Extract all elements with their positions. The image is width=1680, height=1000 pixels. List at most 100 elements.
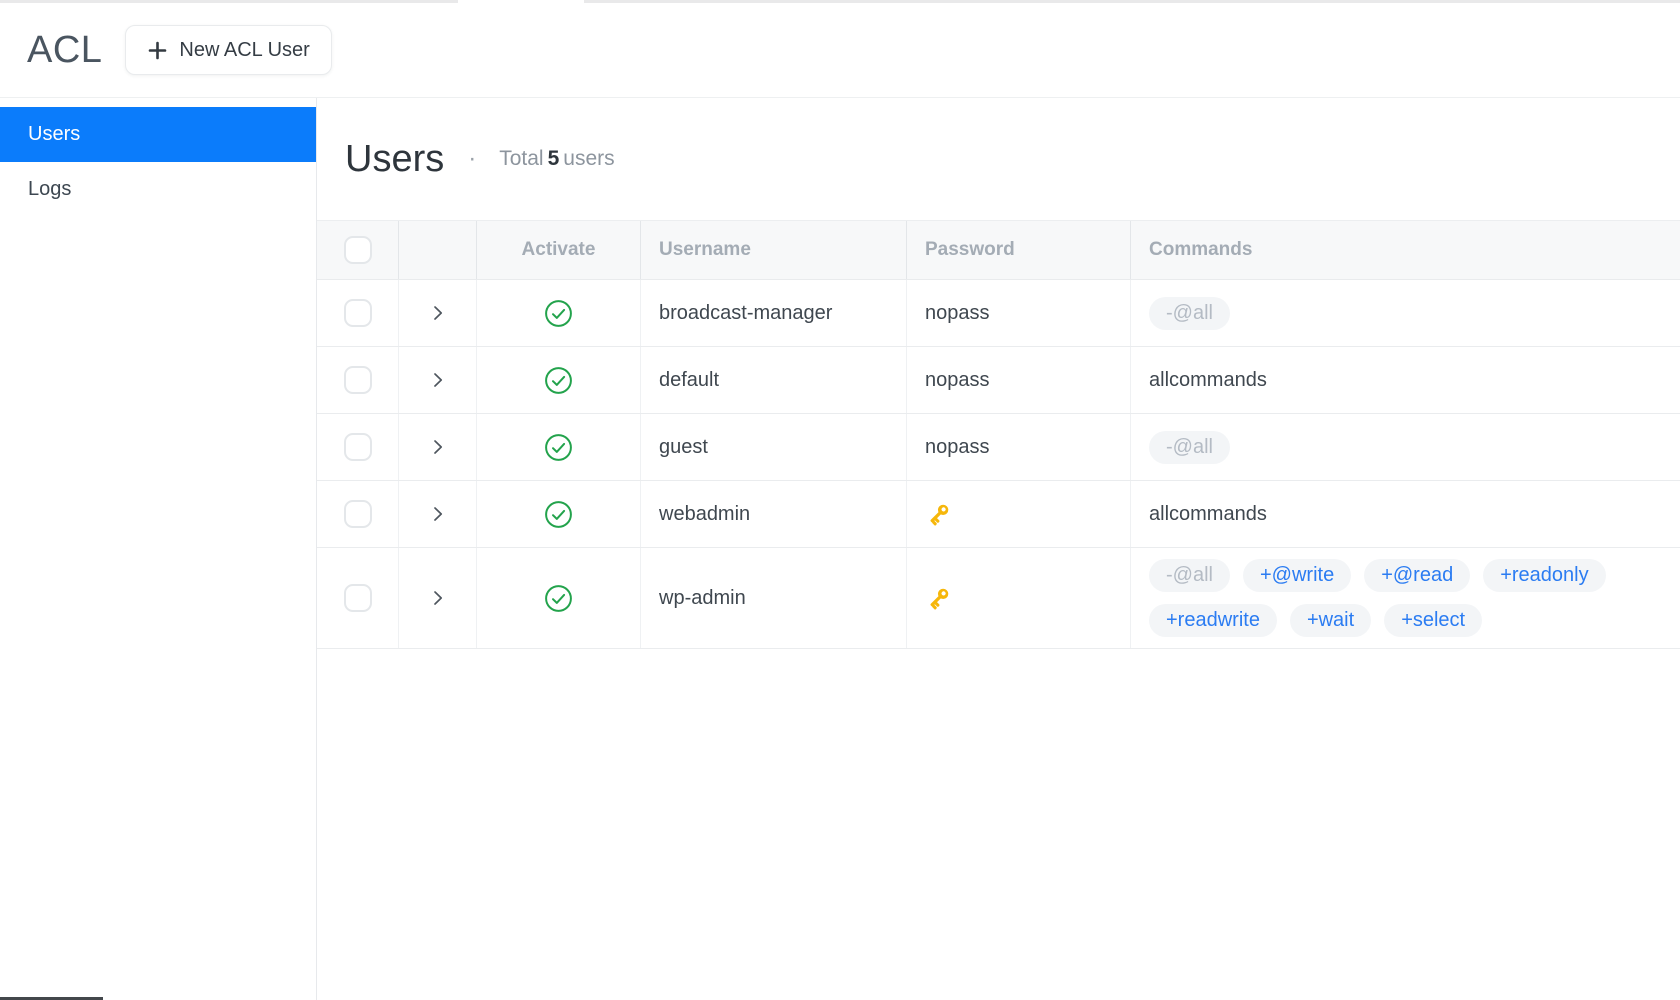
command-chip-list: -@all [1131,286,1680,341]
commands-cell: -@all +@write +@read +readonly +readwrite +wa… [1131,548,1680,648]
main-content: Users · Total 5 users Activate Username Pa… [317,98,1680,1000]
active-check-icon [545,584,572,612]
password-cell [907,481,1131,547]
table-row: broadcast-manager nopass -@all [317,280,1680,347]
activate-cell [477,414,641,480]
expand-row-button[interactable] [421,581,455,615]
app-title: ACL [27,28,103,71]
command-chip-list: -@all [1131,420,1680,475]
password-cell [907,548,1131,648]
command-badge: -@all [1149,430,1230,464]
username-cell: default [641,347,907,413]
password-cell: nopass [907,280,1131,346]
select-all-header-cell [317,221,399,279]
command-badge: -@all [1149,296,1230,330]
total-units: users [563,147,615,170]
select-cell [317,414,399,480]
username-cell-text: webadmin [659,502,751,525]
username-cell: guest [641,414,907,480]
active-check-icon [545,500,572,528]
command-chip-list: allcommands [1131,358,1680,403]
activate-cell [477,548,641,648]
command-chip-list: -@all +@write +@read +readonly +readwrite +wa… [1131,548,1680,648]
row-checkbox[interactable] [343,433,372,461]
command-badge: +readonly [1483,559,1606,592]
commands-cell: allcommands [1131,481,1680,547]
new-acl-user-button[interactable]: New ACL User [125,25,332,75]
table-row: webadmin allcommands [317,481,1680,548]
table-row: guest nopass -@all [317,414,1680,481]
sidebar-item-logs[interactable]: Logs [0,162,316,217]
password-cell: nopass [907,414,1131,480]
expand-cell [399,414,477,480]
chevron-right-icon [433,440,442,454]
active-check-icon [545,366,572,394]
total-label: Total [499,147,544,170]
command-text: allcommands [1149,368,1267,391]
username-cell-text: wp-admin [659,586,746,609]
username-cell: wp-admin [641,548,907,648]
top-bar: ACL New ACL User [0,3,1680,98]
commands-cell: -@all [1131,414,1680,480]
column-header-commands: Commands [1149,239,1253,260]
expand-cell [399,280,477,346]
sidebar-item-users[interactable]: Users [0,107,316,162]
dot-separator: · [468,145,477,172]
row-checkbox[interactable] [343,366,372,394]
table-row: wp-admin -@all +@write +@read +readonly +rea… [317,548,1680,649]
row-checkbox[interactable] [343,584,372,612]
sidebar-item-label: Users [28,123,81,145]
command-text: allcommands [1149,502,1267,525]
commands-cell: allcommands [1131,347,1680,413]
active-check-icon [545,299,572,327]
activate-cell [477,280,641,346]
expand-row-button[interactable] [421,296,455,330]
active-check-icon [545,433,572,461]
column-header-password: Password [907,221,1131,279]
total-count: 5 [547,147,560,170]
username-cell-text: broadcast-manager [659,301,833,324]
table-body: broadcast-manager nopass -@all default n… [317,280,1680,649]
password-cell: nopass [907,347,1131,413]
command-badge: +readwrite [1149,604,1277,637]
sidebar-item-label: Logs [28,178,72,200]
sidebar: Users Logs [0,98,317,1000]
select-cell [317,548,399,648]
password-cell-text: nopass [925,301,990,324]
expand-header-cell [399,221,477,279]
password-cell-text: nopass [925,368,990,391]
new-acl-user-label: New ACL User [179,38,310,61]
activate-cell [477,347,641,413]
chevron-right-icon [433,373,442,387]
expand-row-button[interactable] [421,363,455,397]
total-users-text: Total 5 users [499,147,614,171]
password-cell-text: nopass [925,435,990,458]
command-badge: -@all [1149,559,1230,592]
select-all-checkbox[interactable] [343,236,372,264]
password-key-icon [925,501,952,528]
username-cell: webadmin [641,481,907,547]
password-key-icon [925,585,952,612]
expand-row-button[interactable] [421,430,455,464]
users-table: Activate Username Password Commands broa… [317,220,1680,649]
table-header-row: Activate Username Password Commands [317,220,1680,280]
select-cell [317,481,399,547]
row-checkbox[interactable] [343,500,372,528]
heading-row: Users · Total 5 users [317,98,1680,220]
table-row: default nopass allcommands [317,347,1680,414]
page-title: Users [345,137,445,180]
chevron-right-icon [433,591,442,605]
command-chip-list: allcommands [1131,492,1680,537]
expand-cell [399,548,477,648]
expand-row-button[interactable] [421,497,455,531]
commands-cell: -@all [1131,280,1680,346]
command-badge: +@write [1242,559,1352,592]
acl-page: ACL New ACL User Users Logs Users · Tota… [0,0,1680,1000]
select-cell [317,347,399,413]
column-header-activate: Activate [477,221,641,279]
column-header-username: Username [641,221,907,279]
command-badge: +@read [1364,559,1471,592]
row-checkbox[interactable] [343,299,372,327]
expand-cell [399,481,477,547]
chevron-right-icon [433,306,442,320]
